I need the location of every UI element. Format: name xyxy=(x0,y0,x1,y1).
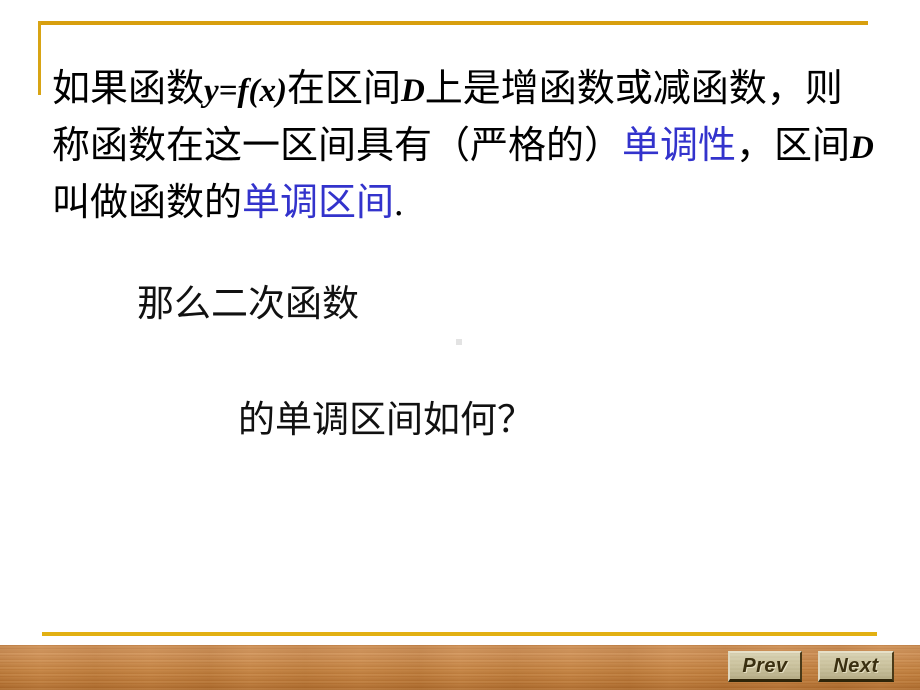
interval-variable-d-2: D xyxy=(850,130,874,166)
definition-line-3-text-a: 叫做函数的 xyxy=(52,182,243,224)
question-line-2: 的单调区间如何？ xyxy=(238,400,534,441)
presentation-slide: 如果函数y=f(x)在区间D上是增函数或减函数，则 称函数在这一区间具有（严格的… xyxy=(0,0,920,690)
definition-line-3: 叫做函数的单调区间. xyxy=(52,176,882,231)
definition-paragraph: 如果函数y=f(x)在区间D上是增函数或减函数，则 称函数在这一区间具有（严格的… xyxy=(52,62,882,231)
term-monotonicity: 单调性 xyxy=(622,125,737,167)
equation-object-placeholder xyxy=(456,339,462,345)
gold-rule-bottom xyxy=(42,632,877,636)
gold-rule-left xyxy=(38,21,41,95)
definition-line-1-text-c: 上是增函数或减函数，则 xyxy=(424,68,843,110)
function-expression: y=f(x) xyxy=(204,73,287,109)
definition-line-2: 称函数在这一区间具有（严格的）单调性，区间D xyxy=(52,119,882,176)
next-button[interactable]: Next xyxy=(818,651,894,682)
definition-line-1-text-b: 在区间 xyxy=(286,68,401,110)
question-line-1: 那么二次函数 xyxy=(137,284,359,325)
definition-line-2-text-b: ，区间 xyxy=(736,125,851,167)
gold-rule-top xyxy=(38,21,868,25)
prev-button-label: Prev xyxy=(742,654,788,677)
term-monotonic-interval: 单调区间 xyxy=(242,182,395,224)
next-button-label: Next xyxy=(833,654,879,677)
definition-line-1-text-a: 如果函数 xyxy=(52,68,205,110)
definition-line-1: 如果函数y=f(x)在区间D上是增函数或减函数，则 xyxy=(52,62,882,119)
prev-button[interactable]: Prev xyxy=(728,651,802,682)
definition-line-3-text-b: . xyxy=(394,182,404,224)
definition-line-2-text-a: 称函数在这一区间具有（严格的） xyxy=(52,125,623,167)
interval-variable-d-1: D xyxy=(400,73,425,109)
